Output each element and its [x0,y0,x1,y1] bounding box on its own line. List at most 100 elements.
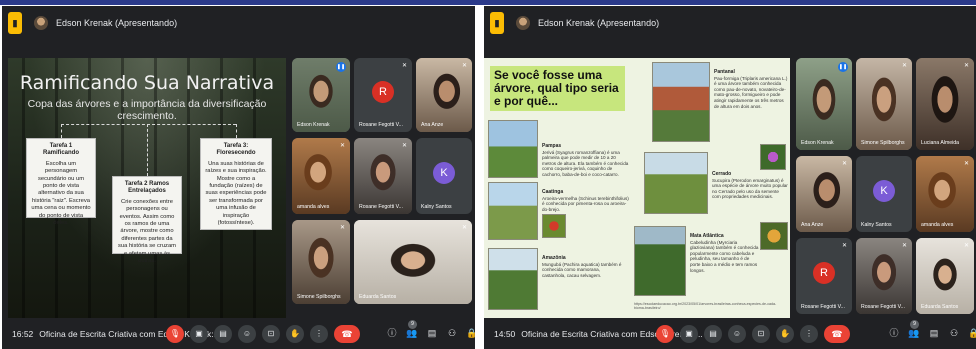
meet-screenshot-right: ▮ Edson Krenak (Apresentando) Se você fo… [484,6,976,349]
speaking-indicator-icon: ❚❚ [838,62,848,72]
participant-tile[interactable]: ✕ Simone Spilborghs [292,220,350,304]
tree-photo [488,182,538,240]
mic-off-icon: ✕ [339,143,345,149]
participant-name: Rosane Fegotti V... [801,304,845,310]
people-icon[interactable]: 9 👥 [406,320,418,339]
participant-tile[interactable]: ❚❚ Edson Krenak [796,58,852,150]
mic-off-icon: ✕ [841,161,847,167]
task-card-2: Tarefa 2 Ramos Entrelaçados Crie conexõe… [112,176,182,264]
mic-off-icon: ✕ [963,161,969,167]
end-call-icon[interactable]: ☎ [824,325,850,343]
participant-tile[interactable]: ✕ Simone Spilborghs [856,58,912,150]
slide-question: Se você fosse uma árvore, qual tipo seri… [490,66,625,111]
mic-off-icon: ✕ [339,225,345,231]
avatar [34,16,48,30]
more-icon[interactable]: ⋮ [800,325,818,343]
present-icon[interactable]: ⊡ [752,325,770,343]
presentation-slide: Se você fosse uma árvore, qual tipo seri… [484,58,790,318]
people-icon[interactable]: 9 👥 [908,320,920,339]
mic-off-icon: ✕ [841,243,847,249]
biome-text: Jerivá (Syagrus romanzoffiana) é uma pal… [542,149,629,177]
info-icon[interactable]: ⓘ [386,327,398,339]
biome-entry: Pampas Jerivá (Syagrus romanzoffiana) é … [542,143,630,178]
tree-photo [488,120,538,178]
participant-tile[interactable]: K Kalny Santos [416,138,472,214]
participant-tile[interactable]: ✕ Luciana Almeida [916,58,974,150]
biome-text: Aroeira-vermelha (Schinus terebinthifoli… [542,195,629,212]
mic-off-icon: ✕ [963,243,969,249]
lock-icon[interactable]: 🔒 [466,327,475,339]
flower-photo [760,144,786,170]
fruit-photo [760,222,788,250]
mic-off-icon[interactable]: 🎙 [656,325,674,343]
raise-hand-icon[interactable]: ✋ [776,325,794,343]
source-link[interactable]: https://escolaeducacao.org.br/2023/05/01… [634,302,784,310]
activities-icon[interactable]: ⚇ [948,327,960,339]
avatar [516,16,530,30]
camera-icon[interactable]: ▣ [190,325,208,343]
end-call-icon[interactable]: ☎ [334,325,360,343]
participant-tile[interactable]: ✕ Eduarda Santos [916,238,974,314]
chat-icon[interactable]: ▤ [426,327,438,339]
raise-hand-icon[interactable]: ✋ [286,325,304,343]
participant-tile[interactable]: R ✕ Rosane Fegotti V... [796,238,852,314]
participant-video [856,238,912,314]
participant-tile[interactable]: R ✕ Rosane Fegotti V... [354,58,412,132]
mic-off-icon: ✕ [401,63,407,69]
tree-photo [652,62,710,142]
participant-tile[interactable]: ✕ Rosane Fegotti V... [856,238,912,314]
participant-tile[interactable]: ✕ amanda alves [292,138,350,214]
slide-title: Ramificando Sua Narrativa [19,72,275,94]
biome-entry: Caatinga Aroeira-vermelha (Schinus tereb… [542,189,630,212]
task-card-title: Tarefa 3: Floresecendo [216,143,256,157]
mic-off-icon: ✕ [901,243,907,249]
activities-icon[interactable]: ⚇ [446,327,458,339]
participant-video [354,138,412,214]
connector-line [61,124,236,125]
emoji-icon[interactable]: ☺ [728,325,746,343]
avatar: R [372,81,394,103]
task-card-body: Crie conexões entre personagens ou event… [118,198,176,265]
side-controls: ⓘ 9 👥 ▤ ⚇ 🔒 [888,320,976,339]
participant-video [292,220,350,304]
page: ▮ Edson Krenak (Apresentando) Ramificand… [0,0,976,349]
mic-off-icon[interactable]: 🎙 [166,325,184,343]
participant-tile[interactable]: ✕ Ana Anze [416,58,472,132]
participant-name: Simone Spilborghs [297,294,341,300]
participant-video [416,58,472,132]
more-icon[interactable]: ⋮ [310,325,328,343]
mic-off-icon: ✕ [461,225,467,231]
participant-tile[interactable]: ✕ amanda alves [916,156,974,232]
participant-tile[interactable]: ✕ Ana Anze [796,156,852,232]
connector-line [147,124,148,176]
captions-icon[interactable]: ▤ [214,325,232,343]
lock-icon[interactable]: 🔒 [968,327,976,339]
participant-name: Eduarda Santos [359,294,397,300]
participant-name: Rosane Fegotti V... [861,304,905,310]
camera-icon[interactable]: ▣ [680,325,698,343]
task-card-body: Una suas histórias de raízes e sua inspi… [205,160,267,227]
captions-icon[interactable]: ▤ [704,325,722,343]
participant-name: Luciana Almeida [921,140,960,146]
task-card-title: Tarefa 1 Ramificando [42,143,79,157]
participant-name: Ana Anze [801,222,824,228]
participant-tile[interactable]: ✕ Eduarda Santos [354,220,472,304]
presenter-name: Edson Krenak (Apresentando) [538,18,660,28]
clock: 16:52 [12,329,34,339]
participant-tile[interactable]: K Kalny Santos [856,156,912,232]
participant-name: Edson Krenak [801,140,834,146]
present-icon[interactable]: ⊡ [262,325,280,343]
participant-tile[interactable]: ✕ Rosane Fegotti V... [354,138,412,214]
bottom-bar: 14:50 Oficina de Escrita Criativa com Ed… [484,319,976,349]
participant-name: amanda alves [921,222,954,228]
slide-subtitle: Copa das árvores e a importância da dive… [27,98,267,122]
participant-video [916,156,974,232]
info-icon[interactable]: ⓘ [888,327,900,339]
avatar: K [873,180,895,202]
berries-photo [542,214,566,238]
chat-icon[interactable]: ▤ [928,327,940,339]
participant-tile[interactable]: ❚❚ Edson Krenak [292,58,350,132]
mic-off-icon: ✕ [963,63,969,69]
emoji-icon[interactable]: ☺ [238,325,256,343]
mic-off-icon: ✕ [401,143,407,149]
